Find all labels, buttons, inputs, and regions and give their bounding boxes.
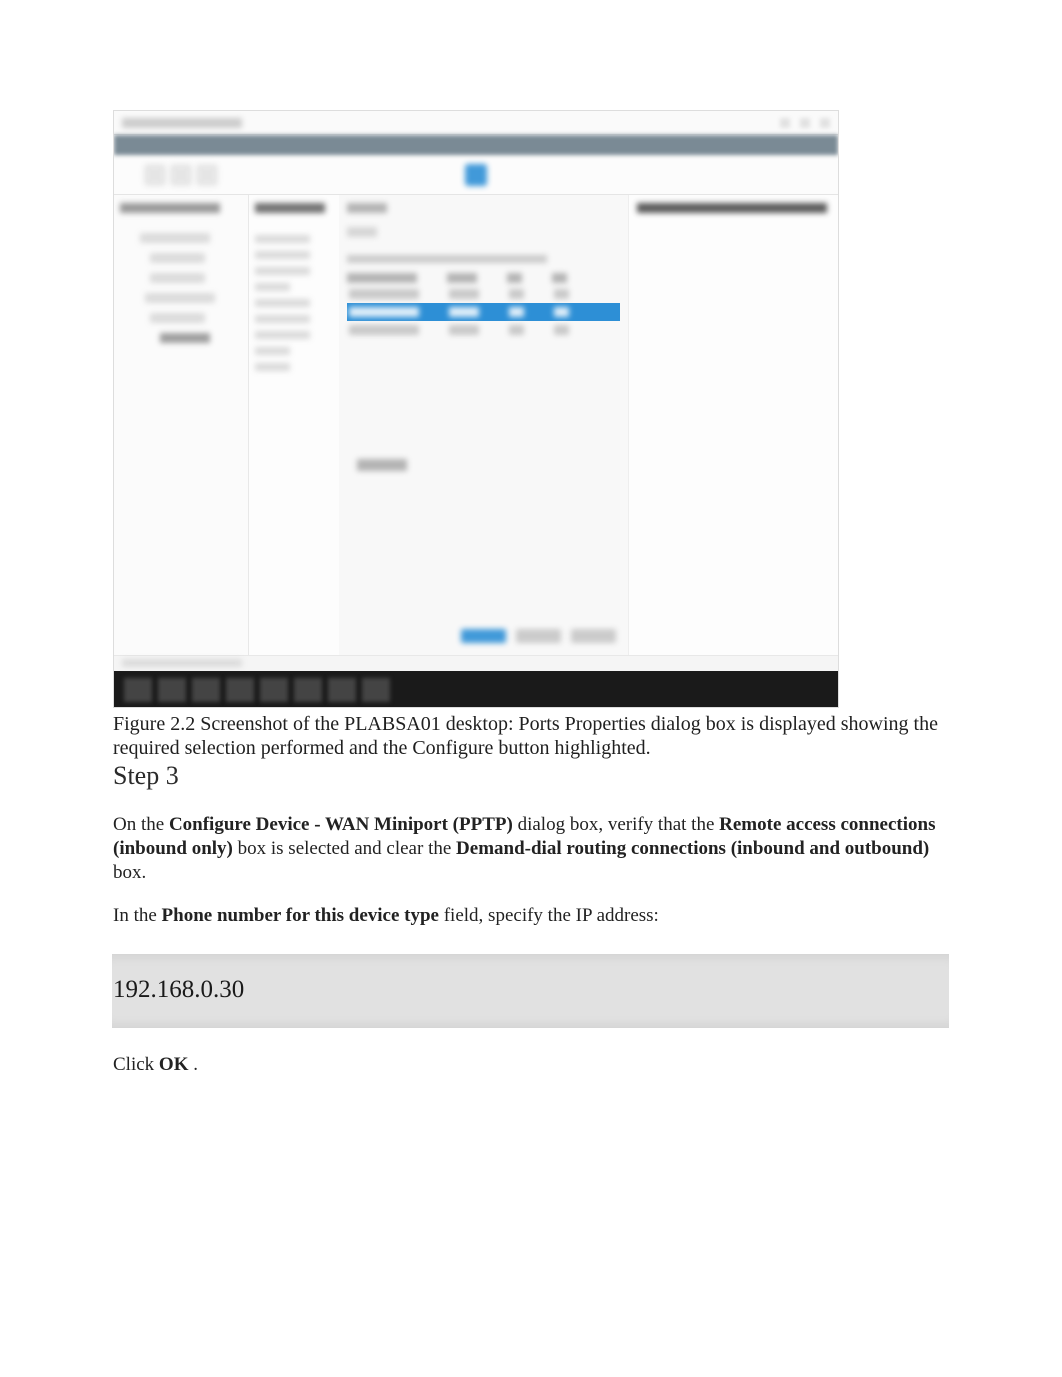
field-label: Phone number for this device type <box>162 905 439 926</box>
instruction-paragraph-3: Click OK . <box>113 1054 949 1076</box>
checkbox-label-2: Demand-dial routing connections (inbound… <box>456 838 929 859</box>
text: box is selected and clear the <box>238 838 456 859</box>
ip-address-value: 192.168.0.30 <box>112 976 949 1004</box>
text: Click <box>113 1054 159 1075</box>
figure-caption: Figure 2.2 Screenshot of the PLABSA01 de… <box>113 712 949 760</box>
screenshot-figure <box>113 110 839 708</box>
instruction-paragraph-1: On the Configure Device - WAN Miniport (… <box>113 813 949 884</box>
text: field, specify the IP address: <box>444 905 659 926</box>
text: On the <box>113 814 169 835</box>
text: dialog box, verify that the <box>518 814 720 835</box>
text: In the <box>113 905 162 926</box>
step-heading: Step 3 <box>113 761 949 791</box>
ok-button-label: OK <box>159 1054 189 1075</box>
dialog-name: Configure Device - WAN Miniport (PPTP) <box>169 814 513 835</box>
text: box. <box>113 862 146 883</box>
code-block: 192.168.0.30 <box>112 954 949 1028</box>
text: . <box>193 1054 198 1075</box>
instruction-paragraph-2: In the Phone number for this device type… <box>113 904 949 928</box>
